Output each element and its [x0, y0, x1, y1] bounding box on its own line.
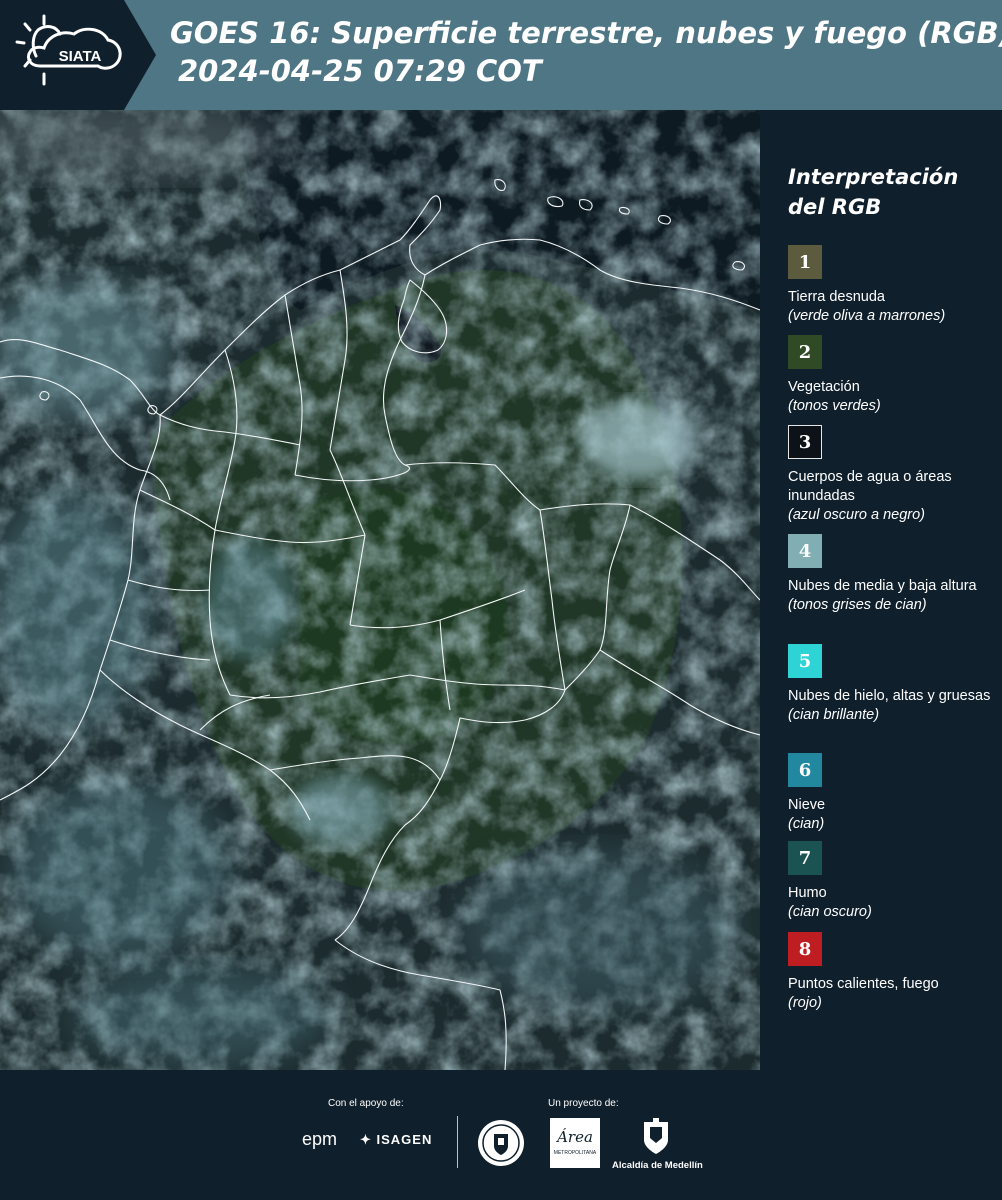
satellite-map	[0, 110, 760, 1070]
legend-item-label: Nubes de hielo, altas y gruesas	[788, 688, 991, 704]
legend-item-note: (azul oscuro a negro)	[788, 507, 926, 523]
legend-item-note: (verde oliva a marrones)	[788, 308, 946, 324]
legend-swatch: 4	[788, 534, 822, 568]
amva-logo-text: Área	[557, 1128, 593, 1146]
seal-icon	[478, 1120, 524, 1166]
isagen-logo: ✦ ISAGEN	[360, 1132, 433, 1147]
legend-item-label: Tierra desnuda	[788, 289, 885, 305]
footer: Con el apoyo de: Un proyecto de: epm ✦ I…	[0, 1070, 1002, 1200]
legend-item-note: (cian brillante)	[788, 707, 880, 723]
area-metropolitana-logo: Área METROPOLITANA	[550, 1118, 600, 1168]
legend-item-smoke: 7 Humo (cian oscuro)	[788, 841, 998, 922]
legend-item-vegetation: 2 Vegetación (tonos verdes)	[788, 335, 998, 416]
legend-panel: Interpretación del RGB 1 Tierra desnuda …	[760, 110, 1002, 1070]
support-caption: Con el apoyo de:	[328, 1098, 404, 1109]
legend-item-note: (cian)	[788, 816, 825, 832]
legend-item-label: Nubes de media y baja altura	[788, 578, 977, 594]
legend-swatch: 6	[788, 753, 822, 787]
legend-swatch: 2	[788, 335, 822, 369]
legend-swatch: 5	[788, 644, 822, 678]
legend-item-note: (tonos verdes)	[788, 398, 881, 414]
legend-item-bare-soil: 1 Tierra desnuda (verde oliva a marrones…	[788, 245, 998, 326]
amva-logo-subtext: METROPOLITANA	[553, 1150, 597, 1156]
siata-logo: SIATA	[0, 0, 156, 110]
legend-title: Interpretación del RGB	[788, 165, 959, 219]
legend-swatch: 8	[788, 932, 822, 966]
epm-logo: epm	[302, 1129, 338, 1149]
legend-item-snow: 6 Nieve (cian)	[788, 753, 998, 834]
legend-item-label: Puntos calientes, fuego	[788, 976, 939, 992]
legend-swatch: 3	[788, 425, 822, 459]
legend-item-label: Vegetación	[788, 379, 860, 395]
legend-item-label: Nieve	[788, 797, 826, 813]
legend-swatch: 1	[788, 245, 822, 279]
medellin-shield-icon	[644, 1118, 668, 1154]
legend-item-low-clouds: 4 Nubes de media y baja altura (tonos gr…	[788, 534, 998, 615]
legend-item-water: 3 Cuerpos de agua o áreas inundadas (azu…	[788, 425, 998, 525]
legend-item-fire: 8 Puntos calientes, fuego (rojo)	[788, 932, 998, 1013]
project-caption: Un proyecto de:	[548, 1098, 619, 1109]
legend-item-label: Humo	[788, 885, 827, 901]
footer-divider	[457, 1116, 458, 1168]
legend-item-ice-clouds: 5 Nubes de hielo, altas y gruesas (cian …	[788, 644, 998, 725]
page-title: GOES 16: Superficie terrestre, nubes y f…	[170, 16, 1002, 50]
svg-text:SIATA: SIATA	[59, 48, 102, 65]
header: SIATA GOES 16: Superficie terrestre, nub…	[0, 0, 1002, 110]
legend-item-note: (cian oscuro)	[788, 904, 872, 920]
legend-item-label: Cuerpos de agua o áreas inundadas	[788, 469, 952, 504]
timestamp: 2024-04-25 07:29 COT	[178, 54, 542, 88]
alcaldia-caption: Alcaldía de Medellín	[612, 1160, 703, 1171]
legend-swatch: 7	[788, 841, 822, 875]
legend-item-note: (rojo)	[788, 995, 822, 1011]
legend-item-note: (tonos grises de cian)	[788, 597, 927, 613]
isagen-logo-text: ISAGEN	[376, 1132, 433, 1147]
